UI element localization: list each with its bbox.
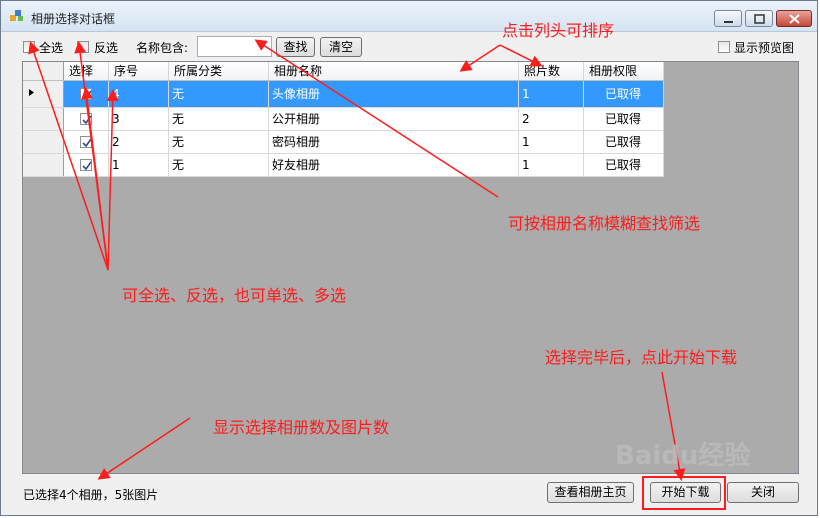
column-header-photo-count[interactable]: 照片数 [518,62,584,81]
maximize-button[interactable] [745,10,773,27]
close-window-button[interactable] [776,10,812,27]
column-header-index[interactable]: 序号 [108,62,169,81]
invert-selection-checkbox[interactable] [77,41,89,53]
row-permission: 已取得 [583,130,664,154]
row-permission: 已取得 [583,153,664,177]
row-category: 无 [168,130,269,154]
row-category: 无 [168,107,269,131]
row-select-cell[interactable] [63,80,109,108]
row-permission: 已取得 [583,107,664,131]
view-album-home-button[interactable]: 查看相册主页 [547,482,634,503]
name-filter-input[interactable] [197,36,272,57]
row-checkbox[interactable] [80,159,92,171]
column-header-select[interactable]: 选择 [63,62,109,81]
row-header-corner [23,62,64,81]
row-index: 2 [108,130,169,154]
minimize-icon [724,21,733,23]
row-photo-count: 1 [518,80,584,108]
column-header-album-name[interactable]: 相册名称 [268,62,519,81]
clear-button[interactable]: 清空 [320,37,362,57]
row-select-cell[interactable] [63,153,109,177]
row-checkbox[interactable] [80,113,92,125]
watermark: Baidu经验 [615,441,751,471]
row-album-name: 密码相册 [268,130,519,154]
row-album-name: 好友相册 [268,153,519,177]
table-row[interactable]: 2 无 密码相册 1 已取得 [23,130,664,154]
show-preview-label: 显示预览图 [734,41,795,55]
row-photo-count: 1 [518,130,584,154]
row-header[interactable] [23,130,64,154]
row-header[interactable] [23,153,64,177]
find-button[interactable]: 查找 [276,37,315,57]
album-table: 选择 序号 所属分类 相册名称 照片数 相册权限 4 无 头像相册 1 已取得 [23,62,664,177]
minimize-button[interactable] [714,10,742,27]
close-icon [789,14,800,24]
close-button[interactable]: 关闭 [727,482,799,503]
row-album-name: 头像相册 [268,80,519,108]
table-row[interactable]: 1 无 好友相册 1 已取得 [23,153,664,177]
row-checkbox[interactable] [80,88,92,100]
row-category: 无 [168,80,269,108]
select-all-label: 全选 [39,41,64,55]
app-icon [10,10,23,21]
annotation-select: 可全选、反选，也可单选、多选 [122,286,347,305]
annotation-count: 显示选择相册数及图片数 [213,418,390,437]
row-category: 无 [168,153,269,177]
row-checkbox[interactable] [80,136,92,148]
row-index: 4 [108,80,169,108]
checkmark-icon [82,161,92,171]
column-header-permission[interactable]: 相册权限 [583,62,664,81]
show-preview-checkbox[interactable] [718,41,730,53]
row-index: 3 [108,107,169,131]
row-header[interactable] [23,107,64,131]
start-download-button[interactable]: 开始下载 [650,482,721,503]
maximize-icon [754,14,765,24]
select-all-checkbox[interactable] [23,41,35,53]
row-select-cell[interactable] [63,107,109,131]
checkmark-icon [82,115,92,125]
invert-selection-label: 反选 [94,41,119,55]
window-title: 相册选择对话框 [31,12,116,26]
selection-status: 已选择4个相册，5张图片 [23,488,159,502]
row-photo-count: 2 [518,107,584,131]
annotation-filter: 可按相册名称模糊查找筛选 [508,214,701,233]
row-permission: 已取得 [583,80,664,108]
row-photo-count: 1 [518,153,584,177]
annotation-download: 选择完毕后，点此开始下载 [545,348,738,367]
checkmark-icon [82,138,92,148]
row-header[interactable] [23,80,64,108]
row-select-cell[interactable] [63,130,109,154]
album-grid[interactable]: 选择 序号 所属分类 相册名称 照片数 相册权限 4 无 头像相册 1 已取得 [22,61,799,474]
row-album-name: 公开相册 [268,107,519,131]
annotation-sort: 点击列头可排序 [502,21,615,40]
current-row-icon [29,88,34,96]
column-header-category[interactable]: 所属分类 [168,62,269,81]
title-bar: 相册选择对话框 [1,1,817,32]
table-row[interactable]: 3 无 公开相册 2 已取得 [23,107,664,131]
checkmark-icon [82,90,92,100]
name-filter-label: 名称包含: [136,41,189,55]
table-row[interactable]: 4 无 头像相册 1 已取得 [23,80,664,108]
row-index: 1 [108,153,169,177]
